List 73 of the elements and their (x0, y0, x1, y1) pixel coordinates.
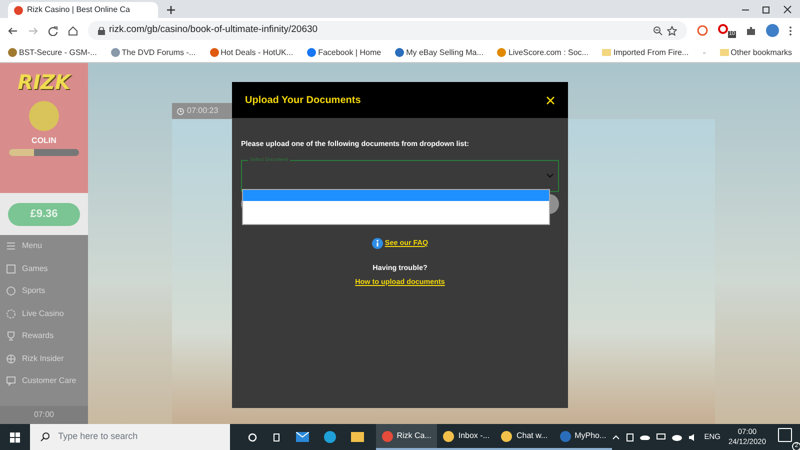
globe-icon (6, 354, 16, 364)
bookmark[interactable]: BST-Secure - GSM-... (8, 46, 97, 58)
site-icon (14, 6, 23, 14)
session-timer: 07:00:23 (172, 103, 232, 119)
info-icon (372, 238, 383, 249)
forward-icon (28, 26, 38, 36)
browser-tab[interactable]: Rizk Casino | Best Online Ca (8, 2, 158, 18)
taskbar-app[interactable]: Rizk Ca... (376, 424, 438, 450)
bookmark[interactable]: Facebook | Home (307, 46, 382, 58)
bookmark[interactable]: Other bookmarks (720, 46, 792, 58)
ball-icon (6, 286, 16, 296)
puzzle-icon[interactable] (746, 26, 756, 36)
bookmark[interactable]: Imported From Fire... (602, 46, 689, 58)
bookmark[interactable]: My eBay Selling Ma... (395, 46, 484, 58)
app-icon (501, 430, 512, 442)
chevron-down-icon (546, 173, 554, 178)
site-icon (8, 48, 17, 57)
site-icon (307, 48, 316, 57)
chat-icon (6, 376, 16, 386)
bookmark[interactable]: LiveScore.com : Soc... (497, 46, 588, 58)
star-icon[interactable] (666, 26, 677, 36)
search-icon (40, 432, 50, 442)
cloud-icon[interactable] (640, 434, 650, 440)
cortana-icon[interactable] (248, 432, 257, 442)
zoom-out-icon[interactable] (652, 26, 663, 36)
url-text: rizk.com/gb/casino/book-of-ultimate-infinity/20630 (109, 23, 318, 38)
trophy-icon (6, 331, 16, 342)
folder-icon (602, 48, 612, 57)
profile-avatar-icon[interactable] (766, 24, 779, 37)
cloud-upload-icon[interactable] (672, 434, 682, 440)
taskbar-app[interactable]: Inbox -... (437, 424, 496, 450)
network-icon[interactable] (656, 432, 666, 442)
search-placeholder: Type here to search (58, 430, 138, 444)
windows-start-icon[interactable] (10, 432, 20, 442)
app-icon (443, 430, 454, 442)
notification-button[interactable] (778, 428, 792, 442)
extension-icon[interactable] (696, 25, 708, 36)
menu-icon (6, 241, 16, 252)
chip-icon (6, 308, 16, 319)
folder-icon[interactable] (350, 432, 364, 442)
avatar (29, 101, 59, 131)
site-icon (210, 48, 219, 57)
username: COLIN (32, 135, 56, 147)
more-icon[interactable] (789, 26, 792, 36)
clock-text: 07:00 (34, 409, 54, 421)
site-icon (497, 48, 506, 57)
reload-icon[interactable] (48, 26, 58, 36)
clock-icon (177, 108, 184, 114)
chevron-up-icon[interactable] (612, 434, 620, 440)
home-icon[interactable] (68, 26, 78, 36)
restore-icon[interactable] (762, 4, 771, 14)
bookmark[interactable]: The DVD Forums -... (110, 46, 196, 58)
tab-title: Rizk Casino | Best Online Ca (27, 4, 130, 16)
close-icon[interactable] (783, 4, 792, 14)
site-icon (395, 48, 404, 57)
app-icon (382, 430, 393, 442)
taskbar-app[interactable]: MyPho... (554, 424, 612, 450)
app-icon (560, 430, 571, 442)
site-icon (110, 48, 120, 57)
taskbar-app[interactable]: Chat w... (495, 424, 554, 450)
mail-icon[interactable] (296, 432, 309, 442)
edge-icon[interactable] (324, 431, 336, 443)
dialog-title: Upload Your Documents (245, 94, 361, 108)
lock-icon (98, 26, 105, 34)
battery-icon[interactable] (626, 432, 634, 442)
address-bar[interactable]: rizk.com/gb/casino/book-of-ultimate-infinity/20630 (88, 21, 687, 40)
folder-icon (720, 48, 729, 57)
card-icon (6, 264, 16, 274)
new-tab-icon[interactable] (166, 5, 176, 15)
back-icon[interactable] (8, 26, 18, 36)
taskbar-search-field[interactable]: Type here to search (30, 424, 230, 450)
bookmark[interactable]: Hot Deals - HotUK... (210, 46, 294, 58)
task-view-icon[interactable] (272, 432, 281, 442)
